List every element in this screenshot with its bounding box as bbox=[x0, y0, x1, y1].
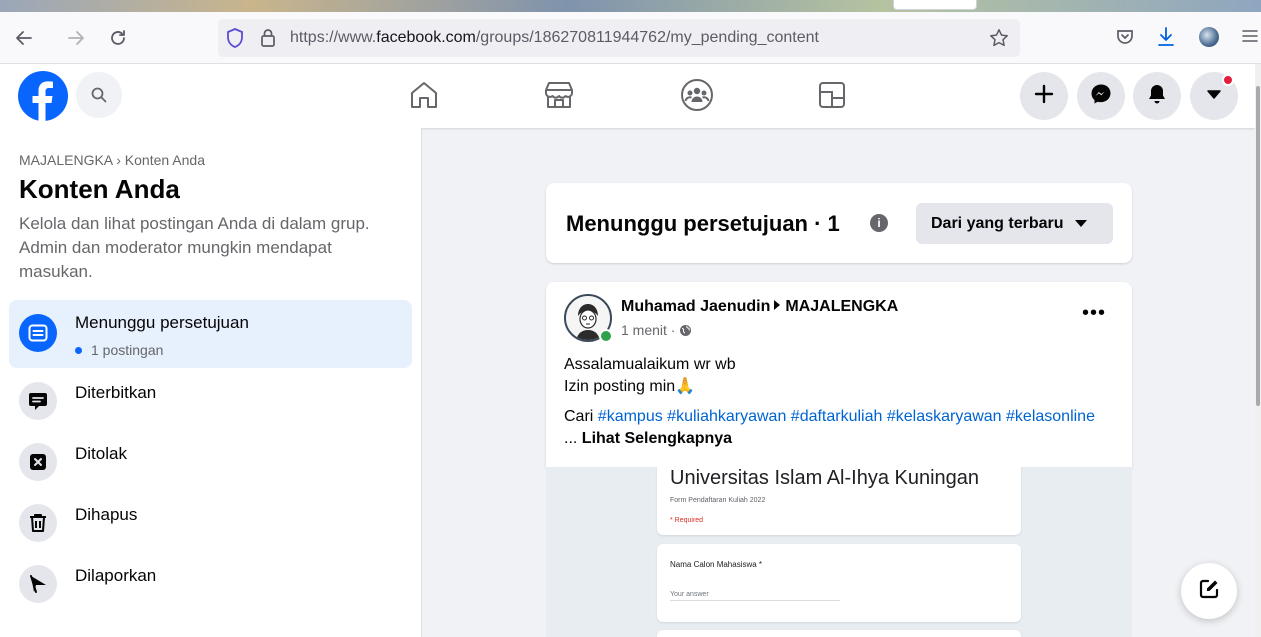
post-author[interactable]: Muhamad Jaenudin MAJALENGKA bbox=[621, 298, 898, 316]
url-text[interactable]: https://www.facebook.com/groups/18627081… bbox=[290, 29, 819, 47]
sidebar-item-deleted[interactable]: Dihapus bbox=[9, 494, 412, 562]
pending-icon bbox=[19, 314, 57, 352]
sort-dropdown[interactable]: Dari yang terbaru bbox=[916, 203, 1113, 244]
forward-icon[interactable] bbox=[64, 26, 88, 50]
caret-down-icon bbox=[1206, 87, 1222, 105]
flag-icon bbox=[19, 565, 57, 603]
create-button[interactable] bbox=[1020, 72, 1068, 120]
tab-hint bbox=[893, 0, 977, 10]
search-button[interactable] bbox=[76, 72, 122, 118]
profile-icon[interactable] bbox=[1199, 27, 1219, 47]
group-name[interactable]: MAJALENGKA bbox=[785, 298, 898, 315]
sidebar-item-pending[interactable]: Menunggu persetujuan 1 postingan bbox=[9, 300, 412, 368]
arrow-right-icon bbox=[774, 300, 781, 310]
plus-icon bbox=[1034, 84, 1054, 109]
more-options-button[interactable]: ••• bbox=[1082, 303, 1106, 323]
post-card: Muhamad Jaenudin MAJALENGKA 1 menit · •••… bbox=[546, 282, 1132, 468]
sidebar-item-reported[interactable]: Dilaporkan bbox=[9, 555, 412, 623]
menu-icon[interactable] bbox=[1242, 28, 1258, 49]
url-bar[interactable]: https://www.facebook.com/groups/18627081… bbox=[218, 19, 1020, 57]
post-time[interactable]: 1 menit · bbox=[621, 322, 675, 338]
compose-icon bbox=[1198, 578, 1220, 605]
form-required: * Required bbox=[670, 517, 704, 524]
form-question-card bbox=[657, 630, 1021, 637]
sidebar-item-count: 1 postingan bbox=[75, 342, 163, 358]
post-text: Assalamualaikum wr wb Izin posting min🙏 bbox=[564, 354, 736, 398]
lock-icon[interactable] bbox=[260, 28, 276, 53]
left-sidebar: MAJALENGKA › Konten Anda Konten Anda Kel… bbox=[0, 128, 422, 637]
groups-icon[interactable] bbox=[680, 78, 714, 112]
published-icon bbox=[19, 382, 57, 420]
sidebar-item-label: Ditolak bbox=[75, 444, 127, 463]
scrollbar-thumb[interactable] bbox=[1256, 86, 1260, 406]
reload-icon[interactable] bbox=[106, 26, 130, 50]
author-name[interactable]: Muhamad Jaenudin bbox=[621, 298, 770, 315]
back-icon[interactable] bbox=[12, 26, 36, 50]
post-image[interactable]: Universitas Islam Al-Ihya Kuningan Form … bbox=[546, 467, 1132, 637]
post-line: Izin posting min🙏 bbox=[564, 378, 696, 395]
sidebar-item-label: Dilaporkan bbox=[75, 566, 157, 585]
star-icon[interactable] bbox=[989, 28, 1009, 53]
download-icon[interactable] bbox=[1156, 26, 1176, 53]
hashtag-links[interactable]: #kampus #kuliahkaryawan #daftarkuliah #k… bbox=[598, 408, 1095, 425]
trash-icon bbox=[19, 504, 57, 542]
form-answer: Your answer bbox=[670, 591, 840, 601]
globe-icon bbox=[679, 324, 692, 340]
breadcrumb[interactable]: MAJALENGKA › Konten Anda bbox=[19, 152, 205, 168]
form-question-card: Nama Calon Mahasiswa * Your answer bbox=[657, 544, 1021, 622]
shield-icon[interactable] bbox=[226, 28, 244, 53]
browser-toolbar: https://www.facebook.com/groups/18627081… bbox=[0, 12, 1261, 64]
pocket-icon[interactable] bbox=[1115, 27, 1135, 52]
post-line: Assalamualaikum wr wb bbox=[564, 356, 736, 373]
bell-icon bbox=[1147, 83, 1167, 110]
sidebar-item-declined[interactable]: Ditolak bbox=[9, 433, 412, 501]
post-text-prefix: Cari bbox=[564, 408, 594, 425]
gaming-icon[interactable] bbox=[815, 78, 849, 112]
facebook-header bbox=[0, 64, 1255, 128]
sidebar-item-label: Dihapus bbox=[75, 505, 138, 524]
declined-icon bbox=[19, 443, 57, 481]
form-title: Universitas Islam Al-Ihya Kuningan bbox=[670, 467, 980, 489]
caret-down-icon bbox=[1075, 220, 1088, 227]
sidebar-item-label: Menunggu persetujuan bbox=[75, 313, 249, 332]
sidebar-item-label: Diterbitkan bbox=[75, 383, 157, 402]
notifications-button[interactable] bbox=[1133, 72, 1181, 120]
post-meta: 1 menit · bbox=[621, 322, 692, 340]
new-message-button[interactable] bbox=[1181, 563, 1237, 619]
page-title: Konten Anda bbox=[19, 174, 180, 204]
window-top-strip bbox=[0, 0, 1261, 12]
pending-title: Menunggu persetujuan · 1 bbox=[566, 211, 840, 236]
form-subtitle: Form Pendaftaran Kuliah 2022 bbox=[670, 497, 766, 504]
page-description: Kelola dan lihat postingan Anda di dalam… bbox=[19, 214, 370, 281]
online-status-badge bbox=[599, 329, 613, 343]
messenger-icon bbox=[1090, 83, 1112, 110]
info-icon[interactable]: i bbox=[870, 214, 888, 232]
home-icon[interactable] bbox=[407, 78, 441, 112]
pending-header-card: Menunggu persetujuan · 1 i Dari yang ter… bbox=[546, 183, 1132, 263]
facebook-logo-icon[interactable] bbox=[18, 71, 68, 121]
notification-dot bbox=[1222, 74, 1234, 86]
search-icon bbox=[91, 87, 107, 108]
sort-label: Dari yang terbaru bbox=[931, 214, 1064, 232]
see-more-link[interactable]: Lihat Selengkapnya bbox=[582, 430, 732, 447]
form-question: Nama Calon Mahasiswa * bbox=[670, 560, 763, 569]
ellipsis: ... bbox=[564, 430, 578, 447]
form-header-card: Universitas Islam Al-Ihya Kuningan Form … bbox=[657, 467, 1021, 535]
post-hashtag-text: Cari #kampus #kuliahkaryawan #daftarkuli… bbox=[564, 406, 1104, 450]
marketplace-icon[interactable] bbox=[542, 78, 576, 112]
sidebar-item-published[interactable]: Diterbitkan bbox=[9, 372, 412, 440]
messenger-button[interactable] bbox=[1077, 72, 1125, 120]
